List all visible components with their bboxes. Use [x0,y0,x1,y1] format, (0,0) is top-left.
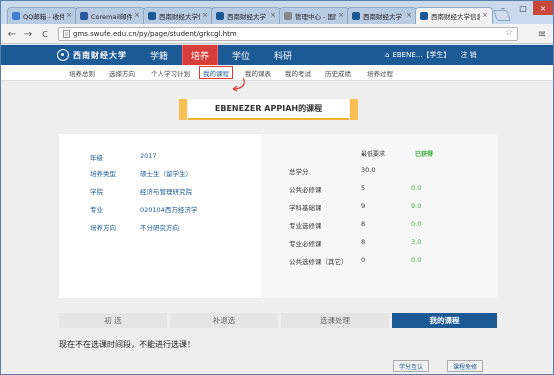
tab-close-icon[interactable]: × [202,11,208,19]
credit-row: 公共选修课（其它） 0 0.0 [289,256,422,266]
page-info-icon[interactable] [63,30,70,38]
tab-close-icon[interactable]: × [406,11,412,19]
credit-row: 专业必修课 8 3.0 [289,238,422,248]
home-icon: ⌂ [385,51,390,59]
reload-icon[interactable]: C [38,27,52,41]
page-favicon-icon [284,12,292,20]
page-content: 西南财经大学 学籍 培养 学位 科研 ⌂ EBENE...【学生】 注 销 培养… [1,45,553,374]
sub-navigation: 培养总则 选择方向 个人学习计划 我的课程 我的课表 我的考试 历史成绩 培养过… [1,65,553,81]
logout-link[interactable]: 注 销 [460,50,476,60]
tab-close-icon[interactable]: × [482,11,488,19]
course-summary-card: 年级 2017 培养类型 硕士生（留学生） 学院 经济与管理研究院 专业 020104西… [59,134,498,298]
swufe-favicon-icon [216,12,224,20]
minimize-icon[interactable]: – [493,1,513,15]
back-icon[interactable]: ← [5,27,19,41]
browser-tab[interactable]: 管理中心 - 国际教育× [279,7,349,24]
subnav-item[interactable]: 我的考试 [285,65,311,80]
tab-strip: QQ邮箱 - 收件箱× Coremail邮件系统× 西南财经大学信息门户× 西南… [1,1,553,25]
swufe-favicon-icon [420,12,428,20]
col-required-header: 最低要求 [361,151,386,158]
university-logo[interactable]: 西南财经大学 [57,47,127,63]
step-add-drop[interactable]: 补退选 [170,313,278,328]
course-selection-steps: 初 选 补退选 选课处理 我的课程 [59,313,497,328]
browser-tab[interactable]: Coremail邮件系统× [75,7,145,24]
browser-tab-active[interactable]: 西南财经大学信息门户× [415,7,493,25]
user-name[interactable]: EBENE...【学生】 [392,50,450,60]
close-window-icon[interactable]: × [533,1,553,15]
browser-window: QQ邮箱 - 收件箱× Coremail邮件系统× 西南财经大学信息门户× 西南… [0,0,554,375]
credit-row: 公共必修课 5 0.0 [289,184,422,194]
browser-tab[interactable]: 西南财经大学信息门户× [143,7,213,24]
browser-tab[interactable]: 西南财经大学 × [347,7,417,24]
qq-mail-favicon-icon [12,12,20,20]
info-row: 专业 020104西方经济学 [90,206,198,214]
credit-row: 学科基础课 9 9.0 [289,202,422,212]
step-processing[interactable]: 选课处理 [281,313,389,328]
user-info: ⌂ EBENE...【学生】 注 销 [385,45,477,65]
tab-close-icon[interactable]: × [270,11,276,19]
col-earned-header: 已获得 [415,151,434,158]
swufe-favicon-icon [148,12,156,20]
browser-menu-icon[interactable]: ≡ [535,27,549,41]
topnav-xuewei[interactable]: 学位 [223,45,259,65]
url-text[interactable]: gms.swufe.edu.cn/py/page/student/grkcgl.… [73,30,237,38]
credit-row: 总学分 30.0 [289,166,376,176]
page-title: EBENEZER APPIAH的课程 [179,99,358,120]
subnav-item[interactable]: 培养总则 [69,65,95,80]
university-seal-icon [57,49,69,61]
credits-panel: 最低要求 已获得 总学分 30.0 公共必修课 5 0.0 学科基础课 9 9.0 专业选… [261,134,498,298]
subnav-item[interactable]: 个人学习计划 [151,65,190,80]
subnav-item[interactable]: 选择方向 [109,65,135,80]
subnav-item[interactable]: 培养过程 [367,65,393,80]
browser-toolbar: ← → C gms.swufe.edu.cn/py/page/student/g… [1,24,553,44]
credit-recognition-button[interactable]: 学分互认 [393,360,430,372]
browser-tab[interactable]: QQ邮箱 - 收件箱× [7,7,77,24]
topnav-xueji[interactable]: 学籍 [141,45,177,65]
coremail-favicon-icon [80,12,88,20]
annotation-arrow-icon [232,77,245,92]
step-my-courses[interactable]: 我的课程 [392,313,497,328]
info-row: 年级 2017 [90,152,157,162]
credit-row: 专业选修课 8 0.0 [289,220,422,230]
subnav-item[interactable]: 历史成绩 [325,65,351,80]
browser-tab[interactable]: 西南财经大学 × [211,7,281,24]
subnav-item-active[interactable]: 我的课程 [199,66,233,79]
step-initial-selection[interactable]: 初 选 [59,313,167,328]
maximize-icon[interactable]: □ [513,1,533,15]
swufe-favicon-icon [352,12,360,20]
student-info-panel: 年级 2017 培养类型 硕士生（留学生） 学院 经济与管理研究院 专业 020104西… [59,134,261,298]
forward-icon[interactable]: → [21,27,35,41]
topnav-keyan[interactable]: 科研 [265,45,301,65]
site-header: 西南财经大学 学籍 培养 学位 科研 ⌂ EBENE...【学生】 注 销 [1,45,553,66]
info-row: 培养类型 硕士生（留学生） [90,170,192,178]
info-row: 学院 经济与管理研究院 [90,188,192,196]
bookmark-star-icon[interactable]: ☆ [505,28,513,38]
tab-close-icon[interactable]: × [338,11,344,19]
tab-close-icon[interactable]: × [66,11,72,19]
tab-close-icon[interactable]: × [134,11,140,19]
course-exemption-button[interactable]: 课程免修 [447,360,484,372]
address-bar[interactable]: gms.swufe.edu.cn/py/page/student/grkcgl.… [58,27,518,41]
selection-closed-notice: 现在不在选课时间段，不能进行选课！ [59,340,195,349]
info-row: 培养方向 不分研究方向 [90,224,179,232]
topnav-peiyang[interactable]: 培养 [182,45,218,66]
